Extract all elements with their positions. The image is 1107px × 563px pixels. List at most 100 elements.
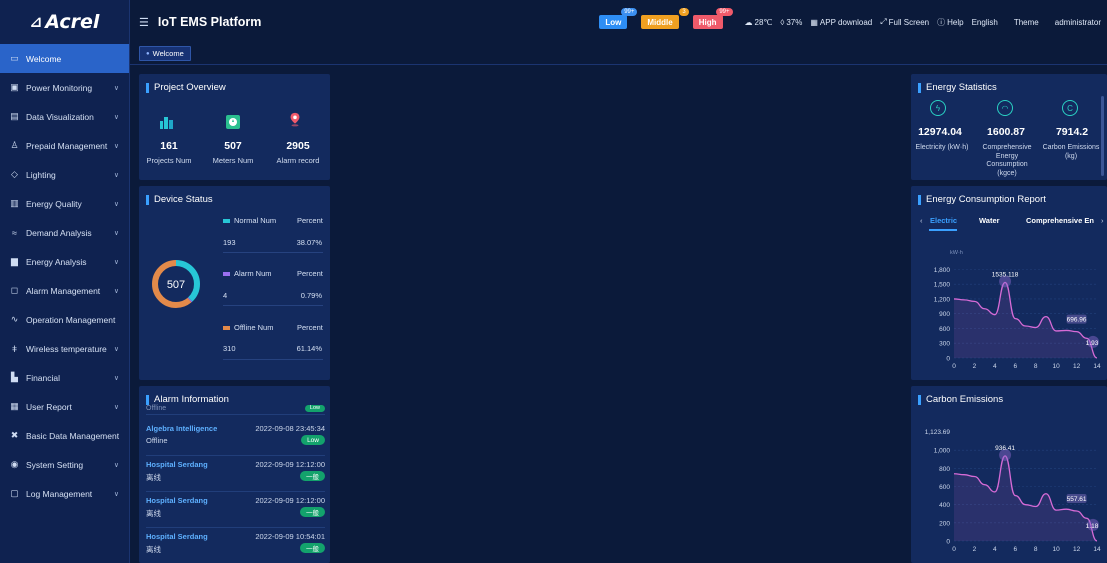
y-tick-label: 1,200 [934, 296, 951, 303]
tab-comprehensive[interactable]: Comprehensive En [1026, 216, 1096, 225]
help-button[interactable]: ⓘ Help [937, 17, 963, 28]
humidity-readout: ◊ 37% [780, 18, 802, 27]
x-tick-label: 10 [1053, 363, 1061, 370]
stat-alarms: 2905 Alarm record [267, 140, 329, 165]
row-divider [223, 252, 323, 253]
tab-water[interactable]: Water [979, 216, 1000, 225]
carbon-emissions-panel: Carbon Emissions 0 200 400 600 800 1,000 1,123… [911, 386, 1107, 563]
tag-label: Middle [647, 17, 673, 27]
sidebar: ⊿ Acrel ▭ Welcome ▣ Power Monitoring ∨ ▤ Data V… [0, 0, 130, 563]
alarm-project-name[interactable]: Algebra Intelligence [146, 424, 217, 433]
alarm-project-name[interactable]: Hospital Serdang [146, 496, 208, 505]
alarm-time: 2022-09-08 23:45:34 [255, 424, 325, 433]
app-root: ⊿ Acrel ▭ Welcome ▣ Power Monitoring ∨ ▤ Data V… [0, 0, 1107, 563]
tabs-prev-icon[interactable]: ‹ [920, 216, 923, 225]
sidebar-item-basic-data-management[interactable]: ✖ Basic Data Management [0, 421, 129, 450]
sidebar-item-energy-analysis[interactable]: ▆ Energy Analysis ∨ [0, 247, 129, 276]
droplet-icon: ◊ [780, 17, 785, 27]
x-tick-label: 14 [1093, 546, 1101, 553]
x-tick-label: 2 [973, 546, 977, 553]
stat-label: Projects Num [146, 156, 192, 165]
tag-count-badge: 3 [679, 8, 689, 16]
panel-title: Device Status [146, 194, 213, 205]
menu-toggle-icon[interactable]: ☰ [139, 16, 149, 29]
sidebar-item-demand-analysis[interactable]: ≈ Demand Analysis ∨ [0, 218, 129, 247]
sidebar-item-label: Prepaid Management [26, 140, 108, 151]
weather-icon: ☁ [744, 17, 753, 27]
alarm-partial-status: Offline [146, 405, 167, 412]
row-divider [223, 359, 323, 360]
sidebar-item-welcome[interactable]: ▭ Welcome [0, 44, 129, 73]
panel-title: Alarm Information [146, 394, 229, 405]
alarm-row[interactable]: Hospital Serdang 2022-09-09 12:12:00 离线 一般 [146, 492, 325, 528]
title-accent [146, 194, 149, 205]
sidebar-item-user-report[interactable]: ▦ User Report ∨ [0, 392, 129, 421]
logo[interactable]: ⊿ Acrel [0, 0, 129, 44]
alarm-row[interactable]: Hospital Serdang 2022-09-09 10:54:01 离线 一般 [146, 528, 325, 563]
y-tick-label: 800 [939, 466, 950, 473]
alarm-project-name[interactable]: Hospital Serdang [146, 460, 208, 469]
chevron-down-icon: ∨ [113, 287, 119, 295]
legend-label: Offline Num [234, 323, 274, 332]
buildings-icon [160, 117, 173, 129]
pulse-icon: ≈ [12, 227, 17, 238]
logo-text: Acrel [45, 11, 100, 33]
tabs-next-icon[interactable]: › [1101, 216, 1104, 225]
sidebar-item-label: Wireless temperature [26, 343, 107, 354]
sidebar-item-label: Lighting [26, 169, 56, 180]
y-tick-label: 1,000 [934, 448, 951, 455]
tab-underline [929, 229, 957, 231]
legend-label: Alarm Num [234, 269, 272, 278]
sidebar-item-wireless-temperature[interactable]: ǂ Wireless temperature ∨ [0, 334, 129, 363]
alarm-partial-badge: Low [304, 405, 325, 412]
sidebar-item-operation-management[interactable]: ∿ Operation Management [0, 305, 129, 334]
app-download-link[interactable]: ▦ APP download [810, 18, 872, 27]
alarm-tag-low[interactable]: Low 99+ [599, 8, 638, 29]
wave-icon: ∿ [10, 314, 19, 324]
theme-button[interactable]: Theme [1014, 18, 1039, 27]
stat-value: 2905 [286, 140, 310, 152]
sidebar-item-power-monitoring[interactable]: ▣ Power Monitoring ∨ [0, 73, 129, 102]
sidebar-item-log-management[interactable]: ▢ Log Management ∨ [0, 479, 129, 508]
fullscreen-icon: ⤢ [880, 17, 887, 26]
legend-swatch [223, 326, 230, 331]
help-icon: ⓘ [937, 17, 946, 27]
y-tick-label: 400 [939, 502, 950, 509]
monitor-icon: ▭ [10, 53, 19, 63]
gear-icon: ◉ [10, 459, 19, 469]
alarm-row[interactable]: Hospital Serdang 2022-09-09 12:12:00 离线 一般 [146, 456, 325, 492]
energy-statistics-title: Energy Statistics [926, 82, 997, 93]
normal-legend: Normal Num [223, 216, 276, 225]
report-tabs: ‹ Electric Water Comprehensive En › [920, 216, 1104, 231]
sidebar-item-prepaid-management[interactable]: ♙ Prepaid Management ∨ [0, 131, 129, 160]
sidebar-item-lighting[interactable]: ◇ Lighting ∨ [0, 160, 129, 189]
alarm-row[interactable]: Algebra Intelligence 2022-09-08 23:45:34 O… [146, 420, 325, 456]
sidebar-item-financial[interactable]: ▙ Financial ∨ [0, 363, 129, 392]
full-screen-button[interactable]: ⤢ Full Screen [880, 17, 929, 27]
alarm-tag-middle[interactable]: Middle 3 [641, 8, 689, 29]
y-tick-label: 900 [939, 311, 950, 318]
chevron-down-icon: ∨ [113, 142, 119, 150]
energy-consumption-chart: 0 300 600 900 1,200 1,500 1,800 kW·h 0 2 4 6 8 10 12 14… [934, 250, 1101, 370]
language-selector[interactable]: English [972, 18, 998, 27]
y-tick-label: 600 [939, 326, 950, 333]
stat-value: 507 [224, 140, 242, 152]
sidebar-item-alarm-management[interactable]: ◻ Alarm Management ∨ [0, 276, 129, 305]
sidebar-item-label: Financial [26, 372, 61, 383]
panel-scrollbar[interactable] [1101, 96, 1104, 176]
sidebar-item-energy-quality[interactable]: ▥ Energy Quality ∨ [0, 189, 129, 218]
stat-label: Meters Num [212, 156, 254, 165]
alarm-project-name[interactable]: Hospital Serdang [146, 532, 208, 541]
carbon-emissions-value: 7914.2 [1055, 126, 1089, 138]
alarm-tag-high[interactable]: High 99+ [692, 8, 733, 29]
tab-welcome[interactable]: ● Welcome [139, 46, 191, 61]
alarm-information-panel: Alarm Information Offline Low Algebra In… [139, 386, 330, 563]
alarm-time: 2022-09-09 10:54:01 [255, 532, 325, 541]
row-divider [146, 414, 325, 415]
tab-electric[interactable]: Electric [930, 216, 957, 225]
sidebar-item-system-setting[interactable]: ◉ System Setting ∨ [0, 450, 129, 479]
user-menu[interactable]: administrator [1055, 18, 1101, 27]
x-tick-label: 12 [1073, 546, 1081, 553]
sidebar-item-data-visualization[interactable]: ▤ Data Visualization ∨ [0, 102, 129, 131]
tag-count-badge: 99+ [621, 8, 638, 16]
